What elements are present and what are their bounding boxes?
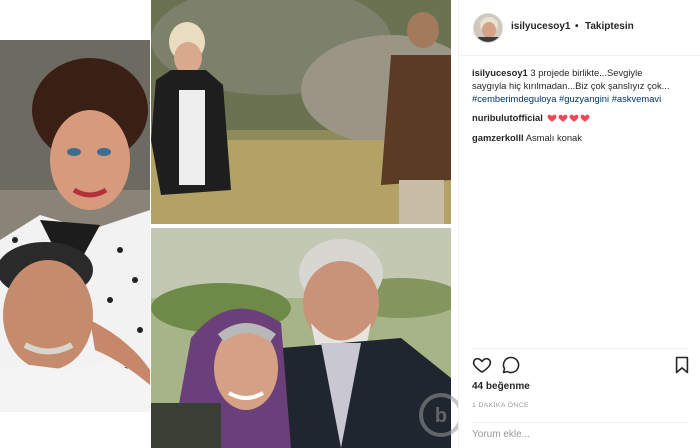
caption-text-line2: saygıyla hiç kırılmadan...Biz çok şanslı… [472, 80, 670, 91]
caption-text-line1: 3 projede birlikte...Sevgiyle [530, 67, 643, 78]
photo-couple-portrait [0, 40, 150, 412]
caption-username-link[interactable]: isilyucesoy1 [472, 67, 528, 78]
like-button[interactable] [472, 355, 492, 375]
add-comment-box [472, 422, 687, 448]
red-heart-icon [547, 114, 557, 122]
comment-username-link[interactable]: nuribulutofficial [472, 112, 543, 123]
hashtag-link[interactable]: #cemberimdeguloya [472, 93, 556, 104]
actions-divider [472, 348, 687, 349]
hashtag-link[interactable]: #guzyangini [559, 93, 609, 104]
comment-hearts [547, 112, 591, 125]
comment-button[interactable] [501, 355, 521, 375]
bookmark-icon [675, 356, 689, 374]
follow-status-button[interactable]: Takiptesin [585, 21, 634, 32]
red-heart-icon [569, 114, 579, 122]
comment-item: gamzerkolll Asmalı konak [472, 131, 692, 144]
likes-count[interactable]: 44 beğenme [472, 381, 530, 392]
post-side-panel: isilyucesoy1 • Takiptesin isilyucesoy1 3… [459, 0, 700, 448]
instagram-post: b isilyucesoy1 • Takiptesin isilyucesoy1… [0, 0, 700, 448]
comments-section: isilyucesoy1 3 projede birlikte...Sevgiy… [472, 66, 692, 144]
speech-bubble-icon [502, 356, 520, 374]
comment-username-link[interactable]: gamzerkolll [472, 132, 524, 143]
header-username-link[interactable]: isilyucesoy1 [511, 21, 570, 32]
comment-item: nuribulutofficial [472, 111, 692, 125]
svg-text:b: b [435, 405, 447, 427]
post-header: isilyucesoy1 • Takiptesin [459, 0, 700, 56]
avatar[interactable] [473, 13, 503, 43]
caption: isilyucesoy1 3 projede birlikte...Sevgiy… [472, 66, 692, 105]
post-media[interactable]: b [0, 0, 458, 448]
red-heart-icon [558, 114, 568, 122]
save-button[interactable] [672, 355, 692, 375]
photo-standing-scene [151, 0, 451, 224]
site-watermark-logo: b [418, 392, 458, 438]
hashtag-link[interactable]: #askvemavi [612, 93, 662, 104]
comment-text: Asmalı konak [525, 132, 582, 144]
comment-input[interactable] [472, 429, 682, 440]
photo-couple-headscarf [151, 228, 451, 448]
red-heart-icon [580, 114, 590, 122]
header-separator: • [575, 21, 579, 32]
post-timestamp[interactable]: 1 DAKİKA ÖNCE [472, 402, 529, 409]
heart-outline-icon [472, 357, 492, 373]
caption-hashtags: #cemberimdeguloya #guzyangini #askvemavi [472, 92, 692, 105]
